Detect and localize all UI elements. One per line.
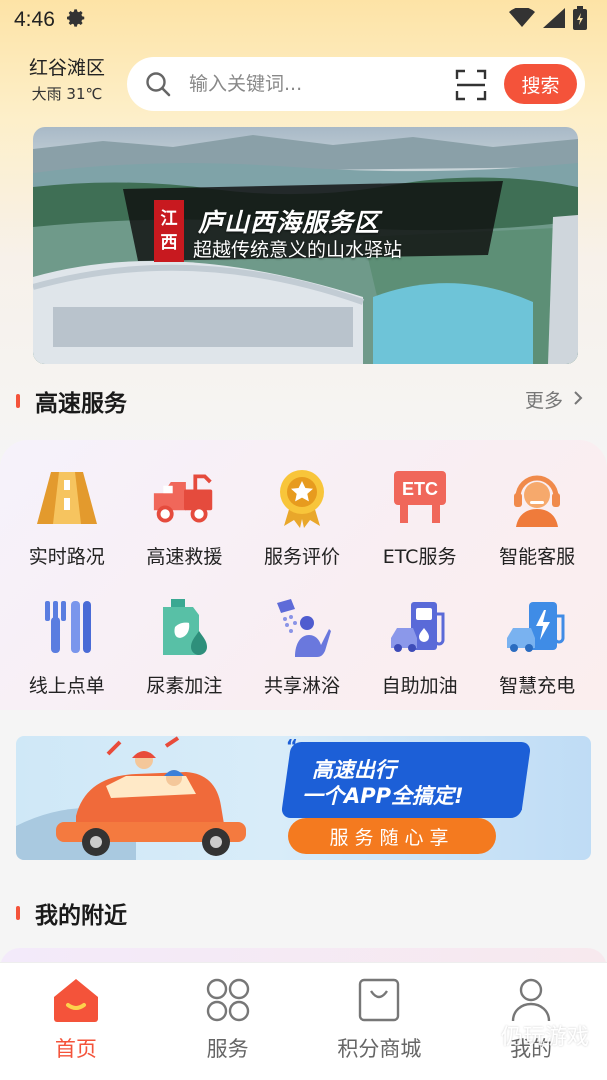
promo-pill: 服务随心享 — [288, 818, 496, 854]
road-icon — [35, 466, 99, 530]
search-icon — [145, 71, 171, 101]
services-grid: 实时路况 高速救援 服务评价 ETC ETC服务 智能客服 线上点单 尿素加注 — [8, 466, 598, 698]
section-accent-bar — [16, 906, 20, 920]
service-shower[interactable]: 共享淋浴 — [243, 595, 361, 698]
banner-title: 庐山西海服务区 — [198, 208, 381, 237]
search-bar[interactable]: 搜索 — [127, 57, 585, 111]
banner-badge-char-2: 西 — [160, 233, 178, 253]
nav-home[interactable]: 首页 — [0, 963, 152, 1080]
service-label: 智能客服 — [499, 546, 576, 568]
service-label: 自助加油 — [381, 675, 458, 697]
home-icon — [52, 977, 100, 1027]
services-more-link[interactable]: 更多 — [525, 386, 583, 413]
service-label: 服务评价 — [263, 546, 340, 568]
status-time: 4:46 — [14, 8, 55, 31]
service-label: 尿素加注 — [146, 675, 223, 697]
location-name: 红谷滩区 — [28, 57, 105, 79]
service-rescue[interactable]: 高速救援 — [126, 466, 244, 569]
battery-icon — [573, 6, 587, 34]
nearby-section-header: 我的附近 — [0, 894, 607, 934]
service-self-fuel[interactable]: 自助加油 — [361, 595, 479, 698]
weather-text: 大雨 31℃ — [31, 85, 103, 103]
banner-badge-char-1: 江 — [160, 209, 178, 229]
services-section-title: 高速服务 — [35, 391, 127, 417]
location-weather[interactable]: 红谷滩区 大雨 31℃ — [22, 55, 112, 107]
service-label: 智慧充电 — [499, 675, 576, 697]
hero-banner[interactable]: 江 西 庐山西海服务区 超越传统意义的山水驿站 — [33, 127, 578, 364]
service-smart-charging[interactable]: 智慧充电 — [478, 595, 596, 698]
grid-icon — [205, 977, 251, 1027]
section-accent-bar — [16, 394, 20, 408]
nav-services[interactable]: 服务 — [152, 963, 304, 1080]
scan-icon[interactable] — [455, 69, 487, 105]
nav-label: 首页 — [54, 1037, 97, 1061]
nav-label: 服务 — [206, 1037, 249, 1061]
service-customer-support[interactable]: 智能客服 — [478, 466, 596, 569]
promo-banner[interactable]: “ ” 高速出行 一个APP全搞定! 服务随心享 — [16, 736, 591, 860]
fuel-pump-icon — [388, 595, 452, 659]
wifi-icon — [509, 6, 535, 32]
service-urea[interactable]: 尿素加注 — [126, 595, 244, 698]
service-rating[interactable]: 服务评价 — [243, 466, 361, 569]
service-label: 共享淋浴 — [263, 675, 340, 697]
banner-province-badge: 江 西 — [154, 200, 184, 262]
ev-charger-icon — [505, 595, 569, 659]
shopping-bag-icon — [357, 977, 401, 1027]
app-header: 红谷滩区 大雨 31℃ 搜索 — [0, 55, 607, 111]
signal-icon — [543, 8, 565, 32]
service-label: 线上点单 — [28, 675, 105, 697]
watermark-logo-icon — [455, 1012, 495, 1058]
services-section-header: 高速服务 更多 — [0, 382, 607, 422]
customer-service-icon — [505, 466, 569, 530]
service-label: 高速救援 — [146, 546, 223, 568]
banner-subtitle: 超越传统意义的山水驿站 — [193, 239, 403, 261]
svg-text:ETC: ETC — [402, 479, 438, 499]
settings-gear-icon — [65, 7, 87, 33]
promo-line-2: 一个APP全搞定! — [302, 784, 464, 808]
service-etc[interactable]: ETC ETC服务 — [361, 466, 479, 569]
status-bar: 4:46 — [0, 0, 607, 40]
more-label: 更多 — [524, 390, 563, 412]
medal-icon — [270, 466, 334, 530]
urea-icon — [152, 595, 216, 659]
service-realtime-traffic[interactable]: 实时路况 — [8, 466, 126, 569]
search-button[interactable]: 搜索 — [504, 64, 577, 104]
nav-points-mall[interactable]: 积分商城 — [304, 963, 456, 1080]
service-label: ETC服务 — [382, 546, 457, 568]
nearby-section-title: 我的附近 — [35, 903, 127, 929]
watermark: 仍玩游戏 — [455, 1012, 589, 1058]
nav-label: 积分商城 — [337, 1037, 422, 1061]
tow-truck-icon — [152, 466, 216, 530]
etc-icon: ETC — [388, 466, 452, 530]
shower-icon — [270, 595, 334, 659]
service-online-order[interactable]: 线上点单 — [8, 595, 126, 698]
service-label: 实时路况 — [28, 546, 105, 568]
search-input[interactable] — [189, 69, 449, 99]
watermark-text: 仍玩游戏 — [500, 1025, 589, 1050]
cutlery-icon — [35, 595, 99, 659]
chevron-right-icon — [573, 389, 583, 411]
